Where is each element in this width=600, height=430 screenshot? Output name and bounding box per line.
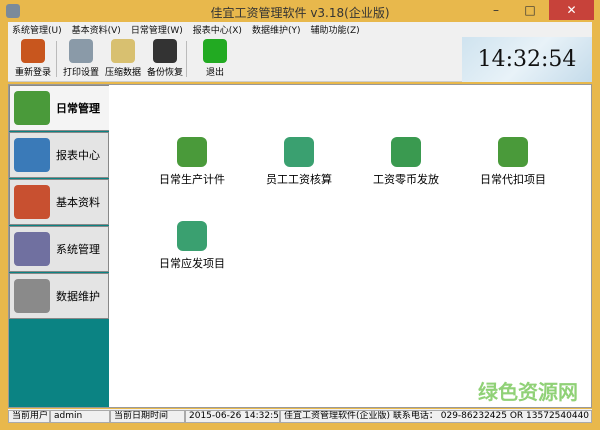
toolbar-button[interactable]: 压缩数据	[102, 39, 144, 78]
sidebar-item[interactable]: 数据维护	[9, 273, 109, 319]
settings-icon	[14, 232, 50, 266]
menu-item[interactable]: 数据维护(Y)	[252, 23, 301, 36]
function-label: 日常代扣项目	[480, 173, 546, 186]
toolbar-label: 打印设置	[62, 68, 99, 78]
sidebar-label: 日常管理	[56, 102, 100, 115]
function-item[interactable]: 员工工资核算	[249, 137, 349, 187]
toolbar-button[interactable]: 重新登录	[12, 39, 54, 78]
menu-item[interactable]: 系统管理(U)	[12, 23, 62, 36]
disk-icon	[14, 279, 50, 313]
sidebar-item[interactable]: 日常管理	[9, 85, 109, 131]
toolbar-separator	[56, 41, 57, 77]
relogin-icon	[21, 39, 45, 63]
maximize-button[interactable]: □	[518, 0, 542, 20]
function-label: 工资零币发放	[373, 173, 439, 186]
current-datetime: 2015-06-26 14:32:54	[185, 409, 280, 423]
toolbar-label: 备份恢复	[146, 68, 183, 78]
function-label: 日常生产计件	[159, 173, 225, 186]
function-item[interactable]: 日常代扣项目	[463, 137, 563, 187]
clock: 14:32:54	[462, 37, 592, 82]
current-user: admin	[50, 409, 110, 423]
sidebar-item[interactable]: 系统管理	[9, 226, 109, 272]
function-label: 员工工资核算	[266, 173, 332, 186]
menu-item[interactable]: 报表中心(X)	[193, 23, 242, 36]
building-icon	[14, 185, 50, 219]
users-icon	[498, 137, 528, 167]
function-item[interactable]: 工资零币发放	[356, 137, 456, 187]
main-panel: 日常管理 报表中心 基本资料 系统管理 数据维护 日常生产计件 员工工资核算 工资零币发放日…	[8, 84, 592, 408]
toolbar-label: 重新登录	[14, 68, 51, 78]
sidebar-item[interactable]: 报表中心	[9, 132, 109, 178]
function-item[interactable]: 日常生产计件	[142, 137, 242, 187]
window-title: 佳宜工资管理软件 v3.18(企业版)	[210, 6, 390, 20]
menu-item[interactable]: 日常管理(W)	[131, 23, 183, 36]
watermark: 绿色资源网	[478, 380, 578, 404]
sidebar-label: 基本资料	[56, 196, 100, 209]
toolbar-separator	[186, 41, 187, 77]
menu-item[interactable]: 基本资料(V)	[72, 23, 121, 36]
report-icon	[14, 138, 50, 172]
minimize-button[interactable]: –	[484, 0, 508, 20]
menu-item[interactable]: 辅助功能(Z)	[310, 23, 359, 36]
function-item[interactable]: 日常应发项目	[142, 221, 242, 271]
close-button[interactable]: ✕	[549, 0, 594, 20]
sidebar-label: 系统管理	[56, 243, 100, 256]
backup-icon	[153, 39, 177, 63]
exit-icon	[203, 39, 227, 63]
toolbar-button[interactable]: 退出	[194, 39, 236, 78]
sidebar-item[interactable]: 基本资料	[9, 179, 109, 225]
contact-info: 佳宜工资管理软件(企业版) 联系电话： 029-86232425 OR 1357…	[280, 409, 592, 423]
users-icon	[177, 137, 207, 167]
toolbar-button[interactable]: 备份恢复	[144, 39, 186, 78]
title-bar: 佳宜工资管理软件 v3.18(企业版) – □ ✕	[0, 0, 600, 22]
menu-bar: 系统管理(U) 基本资料(V) 日常管理(W) 报表中心(X) 数据维护(Y) 辅助功能(…	[8, 22, 592, 37]
sidebar: 日常管理报表中心基本资料系统管理数据维护	[9, 85, 109, 407]
sidebar-label: 报表中心	[56, 149, 100, 162]
toolbar-label: 退出	[205, 68, 224, 78]
status-bar: 当前用户 admin 当前日期时间 2015-06-26 14:32:54 佳宜…	[8, 409, 592, 423]
user-label: 当前用户	[8, 409, 50, 423]
users-icon	[14, 91, 50, 125]
date-label: 当前日期时间	[110, 409, 185, 423]
basket-icon	[177, 221, 207, 251]
function-label: 日常应发项目	[159, 257, 225, 270]
coins-icon	[391, 137, 421, 167]
toolbar: 14:32:54 重新登录 打印设置 压缩数据 备份恢复 退出	[8, 37, 592, 82]
printer-icon	[69, 39, 93, 63]
compress-icon	[111, 39, 135, 63]
toolbar-button[interactable]: 打印设置	[60, 39, 102, 78]
toolbar-label: 压缩数据	[104, 68, 141, 78]
sidebar-label: 数据维护	[56, 290, 100, 303]
calculator-icon	[284, 137, 314, 167]
